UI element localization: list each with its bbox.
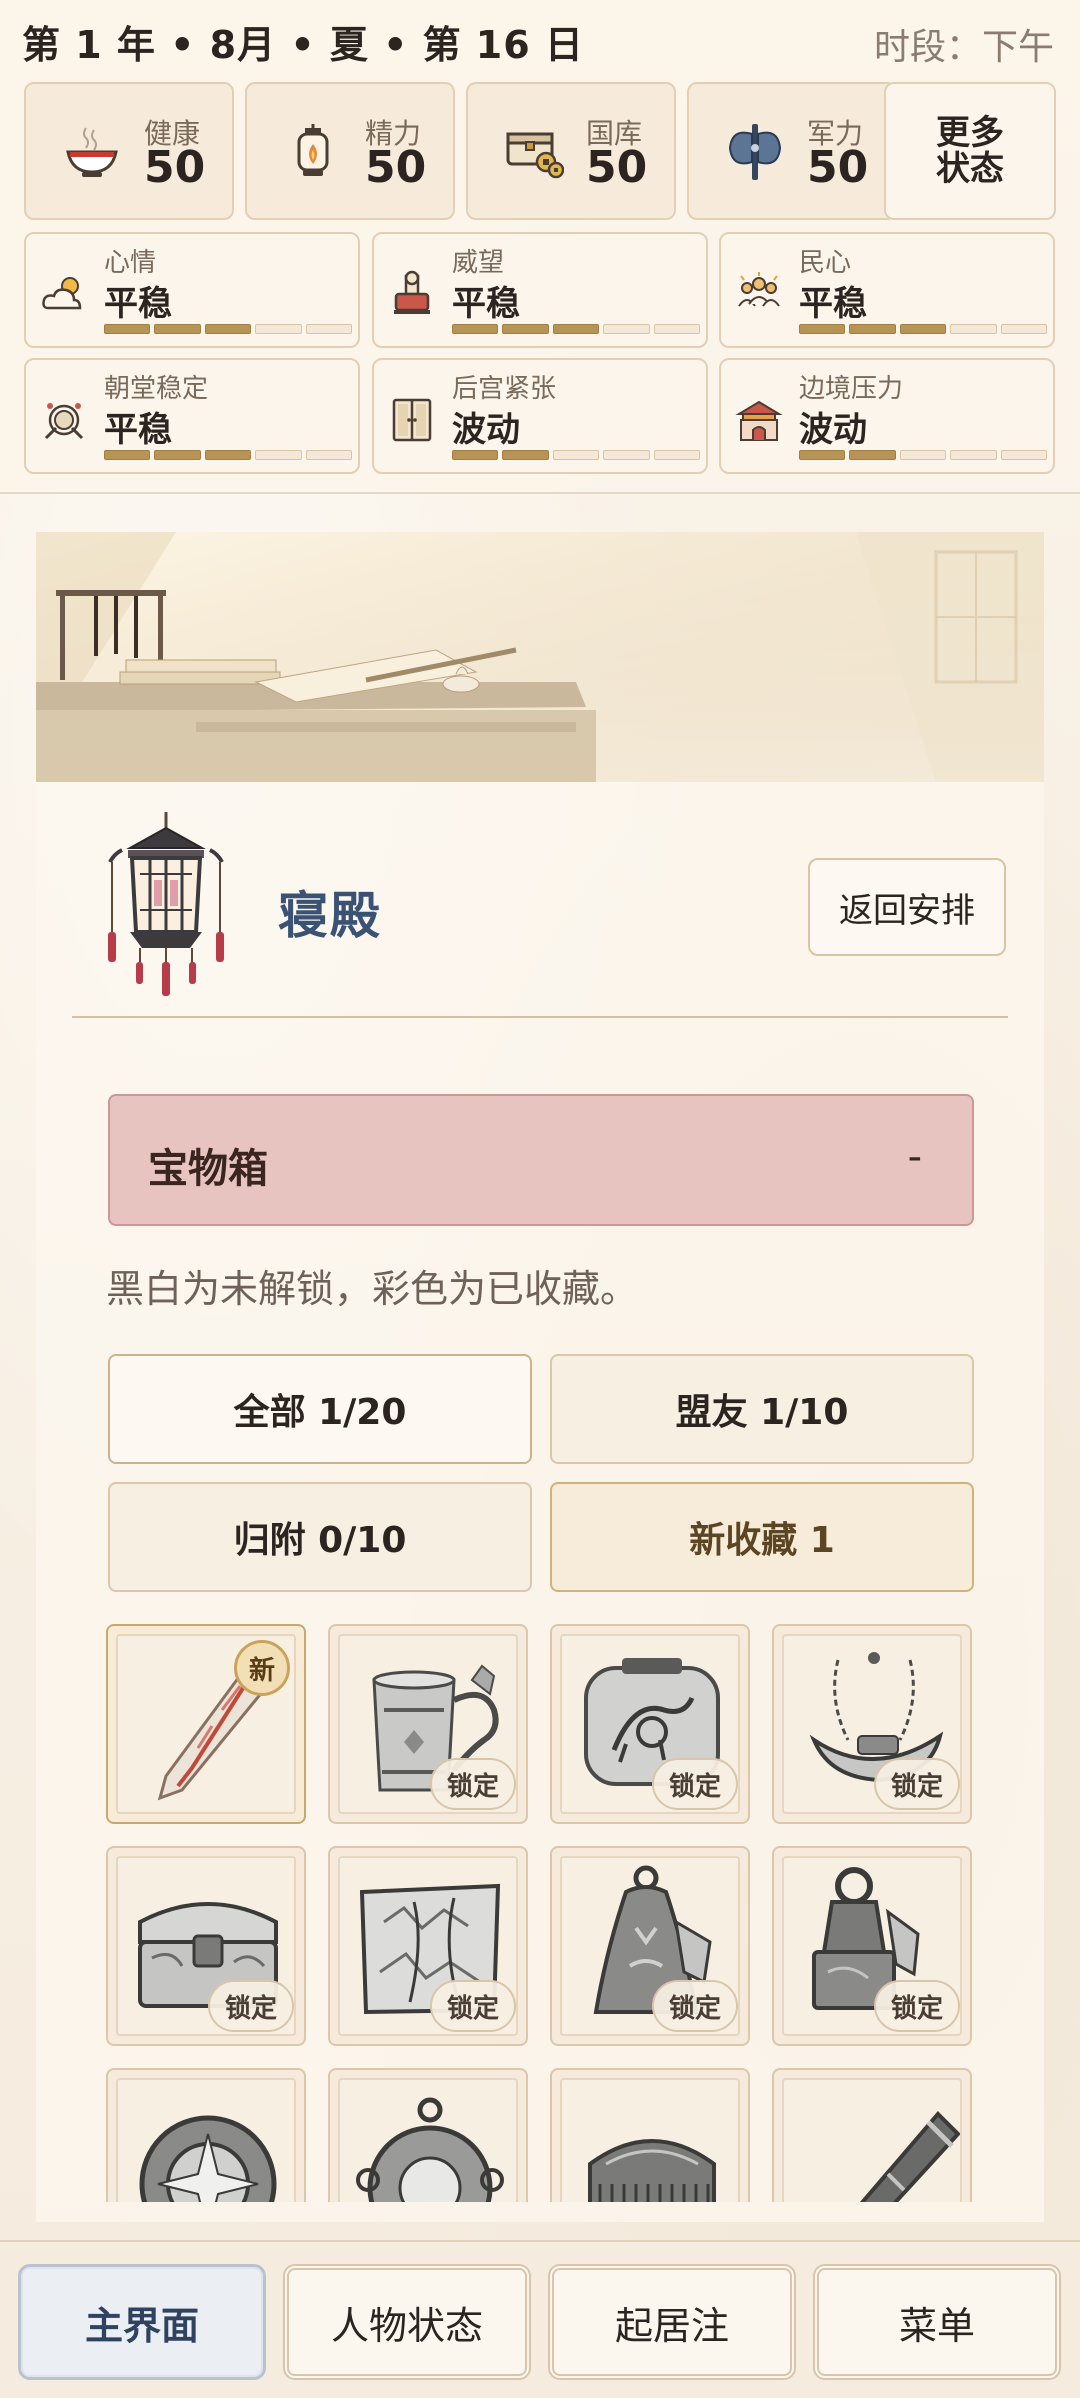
status-header: 第 1 年 • 8月 • 夏 • 第 16 日 时段：下午 健康 50 精力 5… [0,0,1080,494]
resource-energy[interactable]: 精力 50 [245,82,455,220]
time-period: 时段：下午 [873,27,1054,68]
stat-label: 朝堂稳定 [104,374,209,404]
stat-meter [452,450,701,460]
lock-badge: 锁定 [652,1980,738,2032]
stat-value: 波动 [799,410,867,450]
lock-badge: 锁定 [874,1980,960,2032]
nav-character-status[interactable]: 人物状态 [283,2264,531,2380]
stat-value: 波动 [452,410,520,450]
stat-label: 边境压力 [799,374,904,404]
treasure-chest-header[interactable]: 宝物箱 - [108,1094,974,1226]
treasure-item-mirror[interactable] [328,2068,528,2202]
resource-value: 50 [807,142,869,193]
collapse-toggle[interactable]: - [908,1134,922,1180]
lock-badge: 锁定 [652,1758,738,1810]
treasure-item-seal-weight[interactable]: 锁定 [772,1846,972,2046]
stat-value: 平稳 [799,284,867,324]
bowl-icon [66,127,118,177]
return-schedule-button[interactable]: 返回安排 [808,858,1006,956]
resource-health[interactable]: 健康 50 [24,82,234,220]
axe-icon [728,124,782,180]
lock-badge: 锁定 [874,1758,960,1810]
treasure-item-chest[interactable]: 锁定 [106,1846,306,2046]
compass-icon [139,2115,277,2202]
resource-value: 50 [586,142,648,193]
filter-new-collection-tab[interactable]: 新收藏 1 [550,1482,974,1592]
palace-lantern-icon [108,812,224,996]
treasure-item-horse-cup[interactable]: 锁定 [328,1624,528,1824]
mirror-icon [356,2097,504,2202]
treasure-grid: 新 锁定 锁定 锁定 锁定 锁定 锁定 锁定 [106,1624,976,2202]
treasure-chest-title: 宝物箱 [148,1146,268,1192]
stat-meter [104,450,353,460]
lantern-icon [297,124,329,176]
stat-meter [799,450,1048,460]
stat-mood[interactable]: 心情 平稳 [24,232,360,348]
filter-all-tab[interactable]: 全部 1/20 [108,1354,532,1464]
collection-hint: 黑白为未解锁，彩色为已收藏。 [106,1267,639,1311]
stat-border-pressure[interactable]: 边境压力 波动 [719,358,1055,474]
nav-daily-record[interactable]: 起居注 [548,2264,796,2380]
stat-label: 民心 [799,248,852,278]
treasure-item-horse-plaque[interactable]: 锁定 [550,1624,750,1824]
resource-value: 50 [144,142,206,193]
scroll-case-icon [859,2111,960,2202]
game-date: 第 1 年 • 8月 • 夏 • 第 16 日 [22,23,584,67]
more-status-label: 更多 状态 [936,113,1004,189]
drum-icon [44,403,84,440]
stat-harem-tension[interactable]: 后宫紧张 波动 [372,358,708,474]
more-status-button[interactable]: 更多 状态 [884,82,1056,220]
filter-submitted-tab[interactable]: 归附 0/10 [108,1482,532,1592]
stat-label: 心情 [104,248,157,278]
nav-main-screen[interactable]: 主界面 [18,2264,266,2380]
stat-prestige[interactable]: 威望 平稳 [372,232,708,348]
seal-icon [394,270,430,314]
resource-value: 50 [365,142,427,193]
treasure-item-boat-pendant[interactable]: 锁定 [772,1624,972,1824]
resource-military[interactable]: 军力 50 [687,82,897,220]
treasure-item-compass[interactable] [106,2068,306,2202]
new-badge: 新 [234,1640,290,1696]
nav-menu[interactable]: 菜单 [813,2264,1061,2380]
resource-treasury[interactable]: 国库 50 [466,82,676,220]
stat-meter [452,324,701,334]
stat-value: 平稳 [104,410,172,450]
bottom-navigation: 主界面 人物状态 起居注 菜单 [0,2240,1080,2398]
lock-badge: 锁定 [430,1758,516,1810]
stat-meter [104,324,353,334]
treasure-item-map-tablet[interactable]: 锁定 [328,1846,528,2046]
gate-icon [735,400,783,441]
treasure-item-scroll-case[interactable] [772,2068,972,2202]
scene-illustration [36,532,1044,782]
stat-label: 后宫紧张 [452,374,557,404]
location-title: 寝殿 [278,887,382,945]
lock-badge: 锁定 [208,1980,294,2032]
filter-allies-tab[interactable]: 盟友 1/10 [550,1354,974,1464]
stat-value: 平稳 [452,284,520,324]
treasure-item-bell[interactable]: 锁定 [550,1846,750,2046]
section-divider [72,1016,1008,1018]
stat-value: 平稳 [104,284,172,324]
people-icon [738,272,780,307]
comb-icon [588,2139,716,2202]
stat-public-support[interactable]: 民心 平稳 [719,232,1055,348]
treasure-item-dagger[interactable]: 新 [106,1624,306,1824]
stat-meter [799,324,1048,334]
weather-icon [42,277,82,310]
stat-court-stability[interactable]: 朝堂稳定 平稳 [24,358,360,474]
stat-label: 威望 [452,248,505,278]
lock-badge: 锁定 [430,1980,516,2032]
treasury-icon [506,132,564,179]
treasure-item-comb[interactable] [550,2068,750,2202]
door-icon [392,398,432,442]
